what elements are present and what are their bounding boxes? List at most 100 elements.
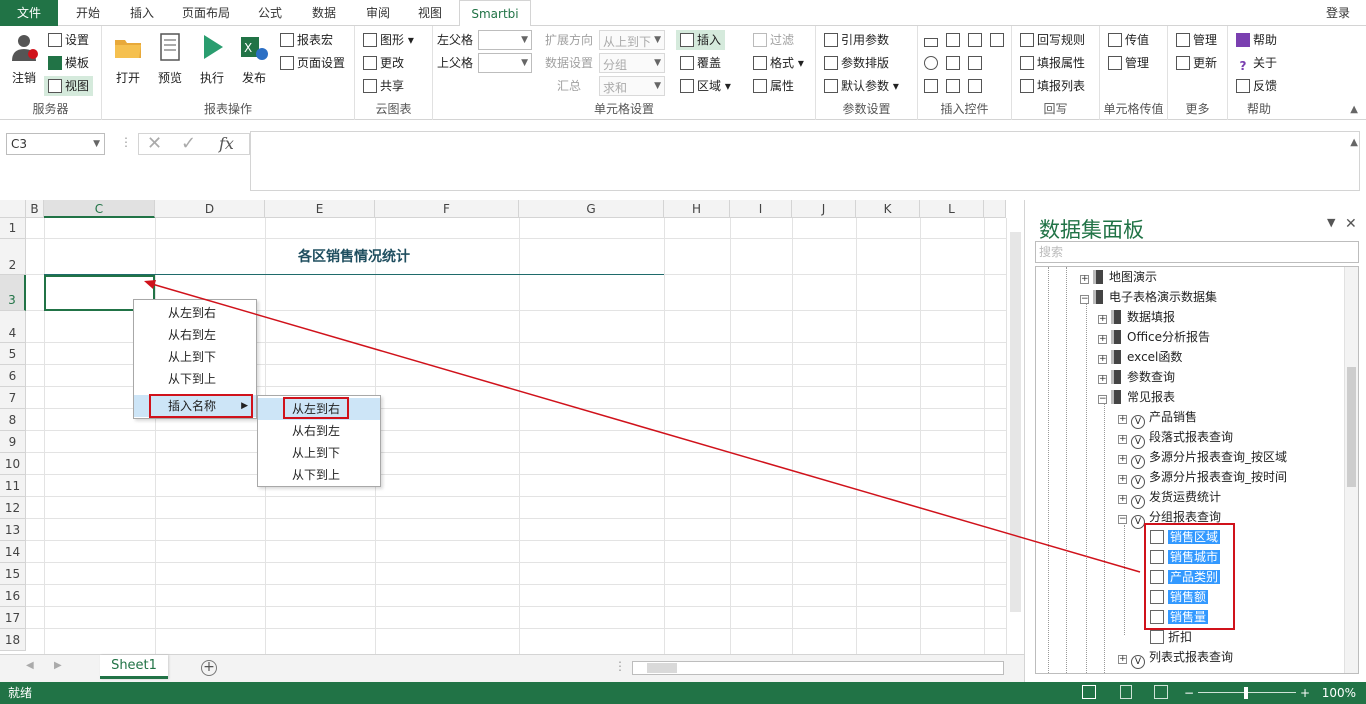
expand-icon[interactable]: + [1098,315,1107,324]
column-header-c[interactable]: C [44,200,155,218]
column-header-b[interactable]: B [26,200,44,218]
collapse-icon[interactable]: − [1098,395,1107,404]
column-header-d[interactable]: D [155,200,265,218]
menu-item-right-to-left[interactable]: 从右到左 [134,324,256,346]
cover-button[interactable]: 覆盖 [680,53,721,73]
tab-insert[interactable]: 插入 [116,0,168,26]
submenu-item-bottom-to-top[interactable]: 从下到上 [258,464,380,486]
run-button[interactable]: 执行 [192,32,232,86]
filter-button[interactable]: 过滤 [753,30,794,50]
update-button[interactable]: 更新 [1176,53,1217,73]
menu-item-bottom-to-top[interactable]: 从下到上 [134,368,256,390]
combo-control-button[interactable] [946,53,963,73]
submenu-item-right-to-left[interactable]: 从右到左 [258,420,380,442]
tab-data[interactable]: 数据 [298,0,350,26]
expand-formula-icon[interactable]: ▲ [1350,137,1358,148]
row-header-1[interactable]: 1 [0,218,26,239]
expand-icon[interactable]: + [1118,435,1127,444]
scrollbar-thumb[interactable] [647,663,677,673]
tree-node[interactable]: − 电子表格演示数据集 [1080,287,1217,307]
column-header-g[interactable]: G [519,200,664,218]
expand-icon[interactable]: + [1118,455,1127,464]
column-header-e[interactable]: E [265,200,375,218]
chart-button[interactable]: 图形 ▾ [363,30,414,50]
publish-button[interactable]: X 发布 [234,32,274,86]
panel-menu-icon[interactable]: ▼ [1327,216,1335,229]
submenu-item-top-to-bottom[interactable]: 从上到下 [258,442,380,464]
fill-list-button[interactable]: 填报列表 [1020,76,1085,96]
pass-value-button[interactable]: 传值 [1108,30,1149,50]
template-button[interactable]: 模板 [48,53,89,73]
expand-direction-combo[interactable]: 从上到下 ▼ [599,30,665,50]
insert-button[interactable]: 插入 [676,30,726,50]
expand-icon[interactable]: + [1080,275,1089,284]
close-icon[interactable]: ✕ [1345,216,1357,232]
pass-manage-button[interactable]: 管理 [1108,53,1149,73]
row-header-12[interactable]: 12 [0,497,26,519]
tree-node[interactable]: + 参数查询 [1098,367,1175,387]
row-header-14[interactable]: 14 [0,541,26,563]
top-parent-combo[interactable]: ▼ [478,53,532,73]
share-button[interactable]: 共享 [363,76,404,96]
tree-node[interactable]: + 数据填报 [1098,307,1175,327]
report-title-cell[interactable]: 各区销售情况统计 [44,239,664,275]
textbox-control-button[interactable] [924,30,941,50]
writeback-rule-button[interactable]: 回写规则 [1020,30,1085,50]
label-control-button[interactable] [968,76,985,96]
row-header-11[interactable]: 11 [0,475,26,497]
cancel-icon[interactable]: ✕ [147,133,162,154]
left-parent-combo[interactable]: ▼ [478,30,532,50]
function-icon[interactable]: fx [219,134,234,153]
login-link[interactable]: 登录 [1326,0,1350,26]
row-header-17[interactable]: 17 [0,607,26,629]
about-button[interactable]: ? 关于 [1236,53,1277,73]
row-header-7[interactable]: 7 [0,387,26,409]
date-control-button[interactable] [990,30,1007,50]
tree-node[interactable]: + 地图演示 [1080,267,1157,287]
page-break-icon[interactable] [1154,685,1168,699]
tree-node[interactable]: + V 多源分片报表查询_按区域 [1118,447,1287,469]
tab-home[interactable]: 开始 [62,0,114,26]
settings-button[interactable]: 设置 [48,30,89,50]
sheet-tab-sheet1[interactable]: Sheet1 [100,655,168,679]
scrollbar-thumb[interactable] [1347,367,1356,487]
list-control-button[interactable] [946,30,963,50]
logout-button[interactable]: 注销 [4,32,44,86]
formula-input[interactable] [250,131,1360,191]
param-layout-button[interactable]: 参数排版 [824,53,889,73]
select-all-corner[interactable] [0,200,26,218]
next-sheet-icon[interactable]: ▶ [54,660,62,671]
sheet-horizontal-scrollbar[interactable] [632,661,1004,675]
sheet-vertical-scrollbar[interactable] [1006,218,1024,654]
expand-icon[interactable]: + [1098,375,1107,384]
row-header-18[interactable]: 18 [0,629,26,651]
collapse-icon[interactable]: − [1118,515,1127,524]
prev-sheet-icon[interactable]: ◀ [26,660,34,671]
tab-file[interactable]: 文件 [0,0,58,26]
tab-formulas[interactable]: 公式 [244,0,296,26]
more-manage-button[interactable]: 管理 [1176,30,1217,50]
expand-icon[interactable]: + [1098,335,1107,344]
column-header-h[interactable]: H [664,200,730,218]
column-header-l[interactable]: L [920,200,984,218]
column-header-f[interactable]: F [375,200,519,218]
radio-control-button[interactable] [924,53,941,73]
row-header-13[interactable]: 13 [0,519,26,541]
expand-icon[interactable]: + [1118,415,1127,424]
row-header-2[interactable]: 2 [0,239,26,275]
area-button[interactable]: 区域 ▾ [680,76,731,96]
column-header-k[interactable]: K [856,200,920,218]
tree-node[interactable]: + V 段落式报表查询 [1118,427,1233,449]
ref-param-button[interactable]: 引用参数 [824,30,889,50]
collapse-ribbon-icon[interactable]: ▲ [1350,104,1358,115]
tree-node[interactable]: + Office分析报告 [1098,327,1210,347]
zoom-slider-thumb[interactable] [1244,687,1248,699]
expand-icon[interactable]: + [1118,475,1127,484]
view-button[interactable]: 视图 [44,76,94,96]
open-button[interactable]: 打开 [108,32,148,86]
row-header-10[interactable]: 10 [0,453,26,475]
preview-button[interactable]: 预览 [150,32,190,86]
tree-node[interactable]: − 常见报表 [1098,387,1175,407]
tab-smartbi[interactable]: Smartbi [459,0,531,27]
expand-icon[interactable]: + [1118,495,1127,504]
